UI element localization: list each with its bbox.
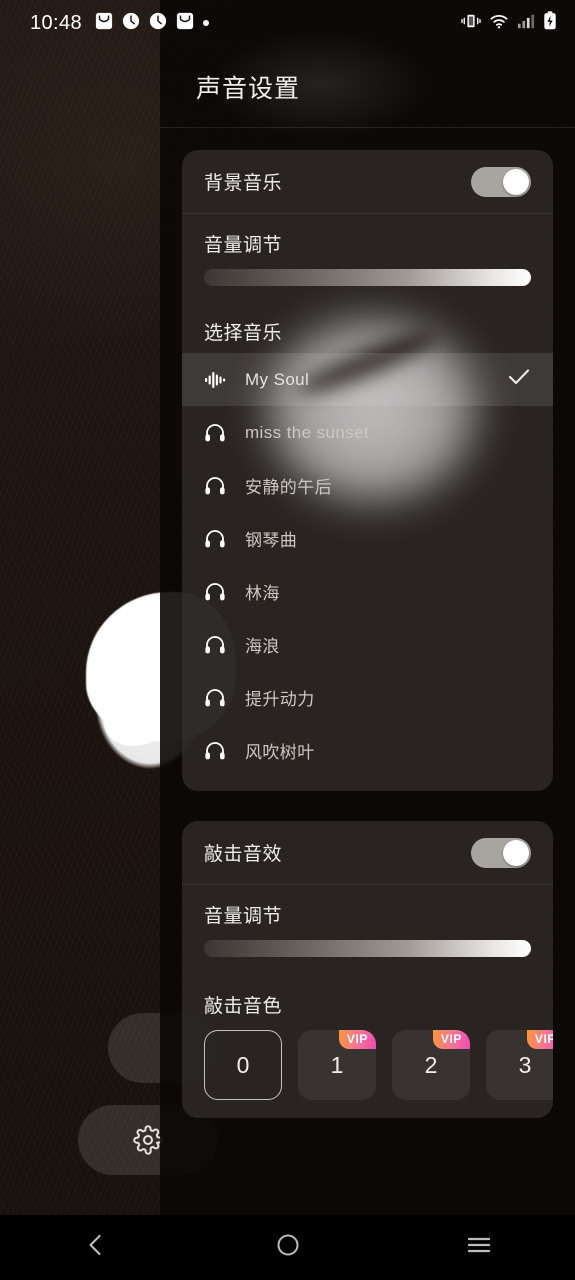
status-notification-icons [95, 12, 210, 35]
timbre-tile[interactable]: VIP 1 [298, 1030, 376, 1100]
headphones-icon [204, 635, 234, 655]
tap-sound-toggle-row[interactable]: 敲击音效 [182, 821, 553, 885]
background-music-switch[interactable] [471, 166, 531, 197]
page-title: 声音设置 [196, 75, 301, 103]
status-clock: 10:48 [30, 11, 83, 34]
timbre-tile-label: 1 [330, 1051, 344, 1078]
nav-recents-button[interactable] [383, 1215, 575, 1280]
clock-icon [122, 12, 140, 35]
timbre-tile-label: 3 [518, 1051, 532, 1078]
music-list-item[interactable]: My Soul [182, 353, 553, 406]
timbre-tile-row: 0 VIP 1 VIP 2 VIP 3 [204, 1030, 553, 1100]
vip-badge: VIP [432, 1030, 470, 1049]
vip-badge: VIP [338, 1030, 376, 1049]
sound-settings-panel: 声音设置 背景音乐 音量调节 选择音乐 My Soul miss the sun… [160, 0, 575, 1215]
clock-icon [149, 12, 167, 35]
vibrate-icon [461, 12, 481, 35]
music-list-item[interactable]: miss the sunset [182, 406, 553, 459]
status-bar: 10:48 [0, 0, 575, 46]
music-list-item[interactable]: 安静的午后 [182, 459, 553, 512]
music-list-item[interactable]: 风吹树叶 [182, 724, 553, 777]
timbre-tile[interactable]: VIP 3 [486, 1030, 553, 1100]
tap-sound-volume-label: 音量调节 [204, 906, 283, 927]
select-music-label: 选择音乐 [204, 323, 283, 344]
android-nav-bar [0, 1215, 575, 1280]
music-list-item[interactable]: 海浪 [182, 618, 553, 671]
timbre-tile[interactable]: VIP 2 [392, 1030, 470, 1100]
headphones-icon [204, 476, 234, 496]
background-music-label: 背景音乐 [204, 173, 283, 194]
headphones-icon [204, 582, 234, 602]
tap-sound-volume-slider[interactable] [204, 940, 531, 957]
phone-screen: 10:48 声音设置 背景音乐 音量调节 选择音乐 My Soul miss t… [0, 0, 575, 1280]
wifi-icon [489, 12, 509, 35]
inbox-icon [176, 12, 194, 35]
music-item-name: My Soul [245, 369, 310, 389]
background-music-card: 背景音乐 音量调节 选择音乐 My Soul miss the sunset 安… [182, 150, 553, 791]
panel-body: 背景音乐 音量调节 选择音乐 My Soul miss the sunset 安… [160, 128, 575, 1118]
music-item-name: 钢琴曲 [245, 531, 298, 550]
tap-sound-card: 敲击音效 音量调节 敲击音色 0 VIP 1 VIP 2 VIP 3 [182, 821, 553, 1118]
background-music-volume-slider[interactable] [204, 269, 531, 286]
background-music-volume-label: 音量调节 [204, 235, 283, 256]
dot-icon [203, 20, 210, 26]
tap-sound-volume-section: 音量调节 [182, 885, 553, 975]
music-list: My Soul miss the sunset 安静的午后 钢琴曲 林海 海浪 … [182, 353, 553, 777]
home-icon [275, 1232, 301, 1263]
nav-back-button[interactable] [0, 1215, 192, 1280]
status-system-icons [461, 11, 557, 35]
waveform-icon [204, 370, 234, 390]
recents-icon [465, 1232, 493, 1263]
music-item-name: 风吹树叶 [245, 743, 315, 762]
headphones-icon [204, 688, 234, 708]
back-icon [83, 1232, 109, 1263]
music-item-name: miss the sunset [245, 422, 370, 442]
nav-home-button[interactable] [192, 1215, 384, 1280]
inbox-icon [95, 12, 113, 35]
music-item-name: 安静的午后 [245, 478, 332, 497]
switch-knob [503, 839, 529, 866]
gear-icon [133, 1125, 163, 1155]
tap-timbre-label: 敲击音色 [204, 996, 283, 1017]
music-item-name: 海浪 [245, 637, 280, 656]
music-item-name: 提升动力 [245, 690, 315, 709]
background-music-volume-section: 音量调节 [182, 214, 553, 304]
music-list-item[interactable]: 钢琴曲 [182, 512, 553, 565]
background-music-toggle-row[interactable]: 背景音乐 [182, 150, 553, 214]
battery-charging-icon [543, 11, 557, 35]
tap-timbre-section: 敲击音色 0 VIP 1 VIP 2 VIP 3 [182, 975, 553, 1118]
music-list-item[interactable]: 提升动力 [182, 671, 553, 724]
timbre-tile-label: 0 [236, 1051, 250, 1078]
music-list-item[interactable]: 林海 [182, 565, 553, 618]
signal-icon [517, 12, 535, 35]
vip-badge: VIP [526, 1030, 553, 1049]
tap-sound-switch[interactable] [471, 837, 531, 868]
headphones-icon [204, 741, 234, 761]
timbre-tile[interactable]: 0 [204, 1030, 282, 1100]
timbre-tile-label: 2 [424, 1051, 438, 1078]
headphones-icon [204, 423, 234, 443]
check-icon [507, 367, 531, 392]
headphones-icon [204, 529, 234, 549]
tap-sound-label: 敲击音效 [204, 844, 283, 865]
switch-knob [503, 168, 529, 195]
music-item-name: 林海 [245, 584, 280, 603]
